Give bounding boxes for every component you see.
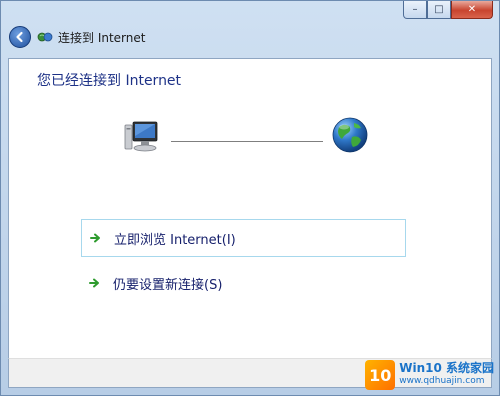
content-area: 您已经连接到 Internet 立即浏览 Internet(I) 仍要设置新连接… bbox=[8, 58, 492, 358]
navigation-bar: 连接到 Internet bbox=[9, 25, 145, 49]
watermark-logo: 10 bbox=[365, 360, 396, 390]
back-button[interactable] bbox=[9, 26, 31, 48]
computer-icon bbox=[121, 117, 161, 161]
network-icon bbox=[37, 31, 53, 43]
green-arrow-icon bbox=[89, 278, 103, 288]
browse-internet-option[interactable]: 立即浏览 Internet(I) bbox=[81, 219, 406, 257]
watermark-url: www.qdhuajin.com bbox=[399, 376, 485, 386]
green-arrow-icon bbox=[90, 233, 104, 243]
page-heading: 您已经连接到 Internet bbox=[37, 73, 182, 89]
caption-buttons: – □ ✕ bbox=[403, 1, 493, 19]
setup-new-connection-label: 仍要设置新连接(S) bbox=[113, 277, 223, 293]
setup-new-connection-option[interactable]: 仍要设置新连接(S) bbox=[81, 264, 406, 302]
dialog-window: – □ ✕ 连接到 Internet 您已经连接到 Internet 立即浏览 … bbox=[0, 0, 500, 396]
maximize-button[interactable]: □ bbox=[427, 1, 451, 19]
window-title: 连接到 Internet bbox=[58, 30, 146, 45]
watermark-brand: Win10 系统家园 bbox=[399, 361, 494, 375]
back-arrow-icon bbox=[16, 31, 23, 43]
site-watermark: 10 Win10 系统家园 www.qdhuajin.com bbox=[365, 358, 494, 392]
minimize-button[interactable]: – bbox=[403, 1, 427, 19]
watermark-text: Win10 系统家园 www.qdhuajin.com bbox=[399, 362, 494, 388]
close-button[interactable]: ✕ bbox=[451, 1, 493, 19]
globe-icon bbox=[330, 115, 370, 159]
browse-internet-label: 立即浏览 Internet(I) bbox=[114, 232, 236, 248]
connection-line bbox=[171, 141, 323, 142]
